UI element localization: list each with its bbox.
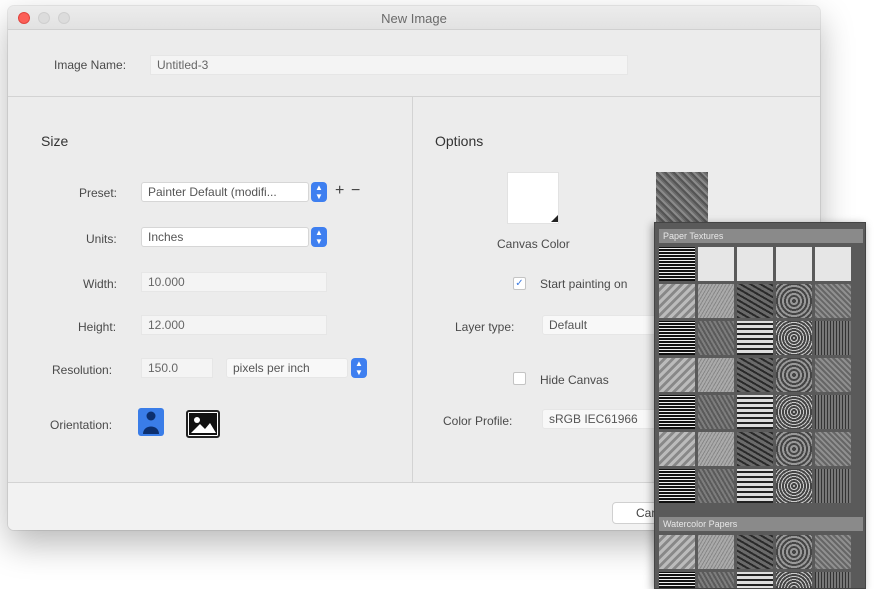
paper-texture-swatch[interactable]: [776, 321, 812, 355]
paper-texture-swatch[interactable]: [659, 395, 695, 429]
paper-texture-swatch[interactable]: [698, 572, 734, 588]
color-profile-label: Color Profile:: [443, 414, 513, 428]
width-label: Width:: [83, 277, 118, 291]
landscape-orientation-button[interactable]: [186, 410, 220, 438]
paper-texture-swatch[interactable]: [698, 469, 734, 503]
paper-texture-swatch[interactable]: [776, 469, 812, 503]
hide-canvas-label: Hide Canvas: [540, 373, 609, 387]
width-field[interactable]: 10.000: [141, 272, 327, 292]
preset-stepper[interactable]: ▲ ▼: [311, 182, 327, 202]
watercolor-papers-header: Watercolor Papers: [659, 517, 863, 531]
paper-texture-swatch[interactable]: [815, 432, 851, 466]
paper-texture-swatch[interactable]: [737, 469, 773, 503]
paper-texture-swatch[interactable]: [815, 395, 851, 429]
paper-texture-swatch[interactable]: [776, 247, 812, 281]
paper-texture-swatch[interactable]: [698, 358, 734, 392]
units-label: Units:: [86, 232, 117, 246]
paper-texture-swatch[interactable]: [776, 395, 812, 429]
image-name-field[interactable]: Untitled-3: [150, 55, 628, 75]
image-name-label: Image Name:: [54, 58, 127, 72]
options-section-title: Options: [435, 133, 484, 149]
paper-texture-swatch[interactable]: [737, 284, 773, 318]
units-stepper[interactable]: ▲ ▼: [311, 227, 327, 247]
paper-texture-swatch[interactable]: [737, 321, 773, 355]
title-bar: New Image: [8, 6, 820, 30]
paper-texture-swatch[interactable]: [815, 572, 851, 588]
paper-texture-swatch[interactable]: [815, 469, 851, 503]
remove-preset-button[interactable]: −: [351, 182, 360, 200]
size-section-title: Size: [41, 133, 69, 149]
paper-texture-swatch[interactable]: [737, 358, 773, 392]
orientation-label: Orientation:: [50, 418, 113, 432]
paper-texture-swatch[interactable]: [776, 432, 812, 466]
image-name-row: Image Name: Untitled-3: [8, 31, 820, 96]
paper-textures-grid: [659, 247, 851, 503]
resolution-label: Resolution:: [52, 363, 113, 377]
paper-texture-button[interactable]: [656, 172, 708, 224]
hide-canvas-checkbox[interactable]: [513, 372, 526, 385]
paper-texture-swatch[interactable]: [698, 535, 734, 569]
paper-textures-popup: Paper Textures Watercolor Papers: [654, 222, 866, 589]
paper-texture-swatch[interactable]: [698, 284, 734, 318]
start-painting-label: Start painting on: [540, 277, 628, 291]
window-title: New Image: [381, 11, 447, 26]
height-label: Height:: [78, 320, 117, 334]
paper-texture-swatch[interactable]: [698, 321, 734, 355]
paper-texture-swatch[interactable]: [659, 469, 695, 503]
paper-texture-swatch[interactable]: [776, 572, 812, 588]
swatch-dropdown-indicator: [551, 215, 558, 222]
paper-texture-swatch[interactable]: [659, 321, 695, 355]
header-divider: [8, 96, 820, 97]
resolution-units-select[interactable]: pixels per inch: [226, 358, 348, 378]
layer-type-label: Layer type:: [455, 320, 515, 334]
paper-texture-swatch[interactable]: [698, 395, 734, 429]
portrait-icon: [143, 411, 159, 434]
watercolor-papers-grid: [659, 535, 851, 588]
paper-texture-swatch[interactable]: [815, 247, 851, 281]
column-divider: [412, 97, 413, 482]
paper-texture-swatch[interactable]: [815, 284, 851, 318]
canvas-color-label: Canvas Color: [497, 237, 570, 251]
paper-texture-swatch[interactable]: [737, 535, 773, 569]
paper-textures-header: Paper Textures: [659, 229, 863, 243]
paper-texture-swatch[interactable]: [815, 358, 851, 392]
paper-texture-swatch[interactable]: [659, 432, 695, 466]
paper-texture-swatch[interactable]: [659, 572, 695, 588]
paper-texture-swatch[interactable]: [815, 321, 851, 355]
paper-texture-swatch[interactable]: [776, 535, 812, 569]
paper-texture-swatch[interactable]: [737, 432, 773, 466]
resolution-field[interactable]: 150.0: [141, 358, 213, 378]
paper-texture-swatch[interactable]: [698, 247, 734, 281]
paper-texture-swatch[interactable]: [776, 358, 812, 392]
add-preset-button[interactable]: +: [335, 182, 344, 200]
paper-texture-swatch[interactable]: [737, 572, 773, 588]
paper-texture-swatch[interactable]: [815, 535, 851, 569]
resolution-units-stepper[interactable]: ▲ ▼: [351, 358, 367, 378]
paper-texture-swatch[interactable]: [776, 284, 812, 318]
paper-texture-swatch[interactable]: [737, 395, 773, 429]
portrait-orientation-button[interactable]: [138, 408, 164, 436]
preset-label: Preset:: [79, 186, 118, 200]
paper-texture-swatch[interactable]: [659, 358, 695, 392]
paper-texture-swatch[interactable]: [737, 247, 773, 281]
paper-texture-swatch[interactable]: [659, 247, 695, 281]
paper-texture-swatch[interactable]: [659, 535, 695, 569]
paper-texture-swatch[interactable]: [698, 432, 734, 466]
color-profile-select[interactable]: sRGB IEC61966: [542, 409, 660, 429]
landscape-icon: [189, 413, 217, 435]
layer-type-select[interactable]: Default: [542, 315, 660, 335]
units-select[interactable]: Inches: [141, 227, 309, 247]
paper-texture-swatch[interactable]: [659, 284, 695, 318]
preset-select[interactable]: Painter Default (modifi...: [141, 182, 309, 202]
start-painting-checkbox[interactable]: ✓: [513, 277, 526, 290]
height-field[interactable]: 12.000: [141, 315, 327, 335]
